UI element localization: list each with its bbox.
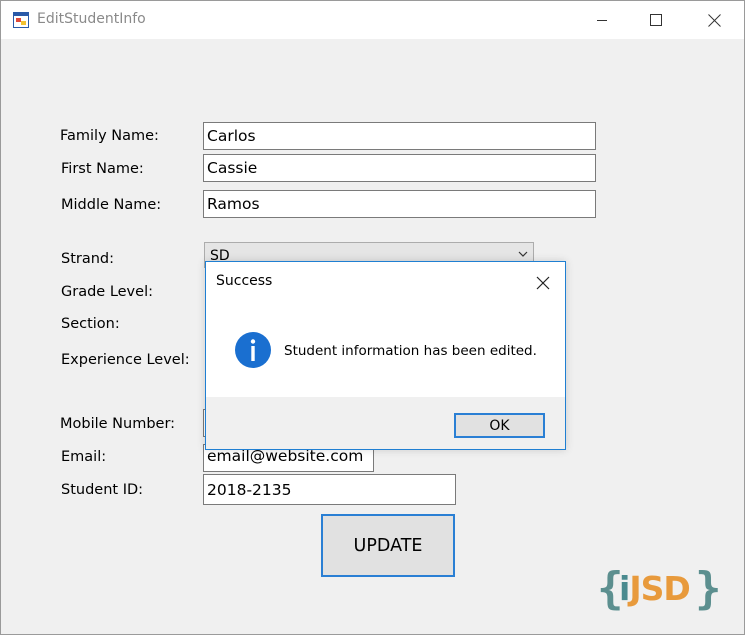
dialog-button-bar: OK (206, 397, 565, 449)
close-icon (536, 276, 550, 290)
maximize-icon (650, 14, 662, 26)
logo-wordmark: iJSD (619, 569, 691, 608)
window-close-button[interactable] (691, 1, 737, 39)
close-icon (707, 13, 721, 27)
app-form-icon (13, 12, 29, 28)
experience-level-label: Experience Level: (61, 352, 190, 368)
title-bar[interactable]: EditStudentInfo (1, 1, 744, 39)
success-dialog: Success Student information has been edi… (205, 261, 566, 450)
email-label: Email: (61, 449, 107, 465)
dialog-close-button[interactable] (532, 272, 554, 294)
strand-label: Strand: (61, 251, 115, 267)
dialog-message: Student information has been edited. (284, 343, 537, 359)
student-id-input[interactable]: 2018-2135 (203, 474, 456, 505)
middle-name-input[interactable]: Ramos (203, 190, 596, 218)
grade-level-label: Grade Level: (61, 284, 153, 300)
minimize-icon (597, 20, 607, 21)
section-label: Section: (61, 316, 120, 332)
middle-name-label: Middle Name: (61, 197, 162, 213)
ijsd-logo: { iJSD } (597, 561, 723, 617)
minimize-button[interactable] (579, 1, 625, 39)
first-name-input[interactable]: Cassie (203, 154, 596, 182)
logo-right-brace: } (695, 563, 722, 614)
family-name-input[interactable]: Carlos (203, 122, 596, 150)
window-title: EditStudentInfo (37, 11, 146, 27)
student-id-label: Student ID: (61, 482, 144, 498)
first-name-label: First Name: (61, 161, 144, 177)
chevron-down-icon (518, 251, 528, 257)
info-icon (235, 332, 271, 368)
mobile-number-label: Mobile Number: (60, 416, 176, 432)
update-button[interactable]: UPDATE (321, 514, 455, 577)
maximize-button[interactable] (633, 1, 679, 39)
edit-student-info-window: EditStudentInfo Family Name: Carlos Firs… (0, 0, 745, 635)
dialog-title: Success (216, 273, 273, 289)
logo-letter-i: i (619, 569, 630, 608)
family-name-label: Family Name: (60, 128, 159, 144)
ok-button[interactable]: OK (454, 413, 545, 438)
logo-letters-jsd: JSD (629, 569, 690, 608)
